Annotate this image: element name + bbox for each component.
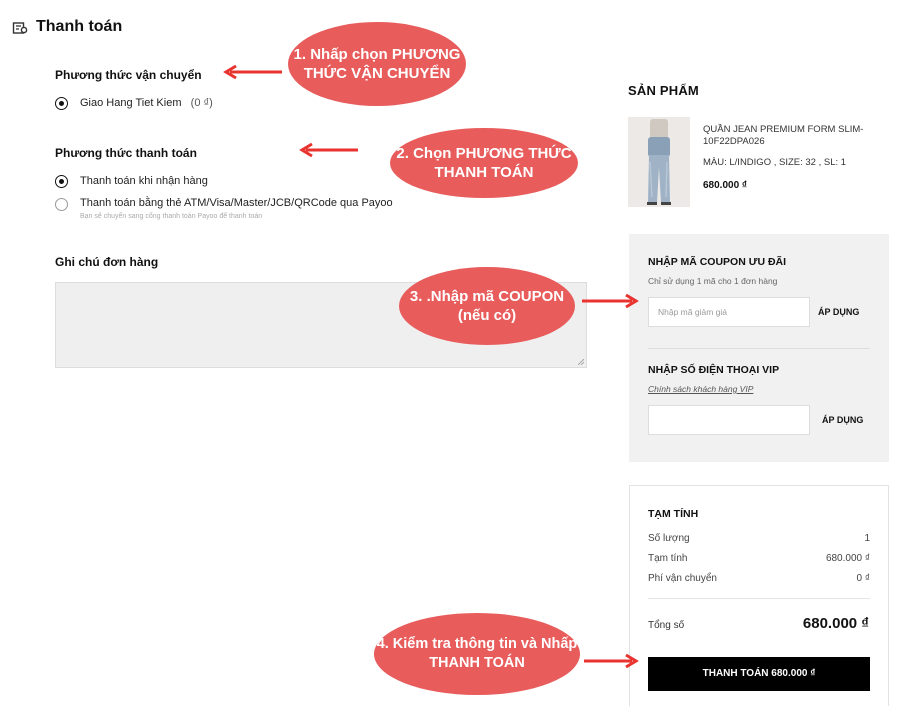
summary-title: TẠM TÍNH xyxy=(648,508,699,520)
shipping-option-label[interactable]: Giao Hang Tiet Kiem (0 ₫) xyxy=(80,97,213,109)
payment-method-title: Phương thức thanh toán xyxy=(55,146,197,160)
summary-row-label: Tạm tính xyxy=(648,553,688,564)
page-title: Thanh toán xyxy=(36,18,123,35)
product-meta: MÀU: L/INDIGO , SIZE: 32 , SL: 1 xyxy=(703,157,847,168)
summary-row-value: 0 ₫ xyxy=(856,573,870,584)
coupon-title: NHẬP MÃ COUPON ƯU ĐÃI xyxy=(648,256,787,268)
payment-option-payoo-label[interactable]: Thanh toán bằng thẻ ATM/Visa/Master/JCB/… xyxy=(80,197,393,209)
vip-policy-link[interactable]: Chính sách khách hàng VIP xyxy=(648,384,753,394)
pay-button[interactable]: THANH TOÁN 680.000 ₫ xyxy=(648,657,870,691)
divider xyxy=(648,598,870,599)
callout-step-3: 3. .Nhập mã COUPON (nếu có) xyxy=(399,267,575,345)
order-note-title: Ghi chú đơn hàng xyxy=(55,255,159,269)
total-label: Tổng số xyxy=(648,620,685,631)
product-name: QUẦN JEAN PREMIUM FORM SLIM-10F22DPA026 xyxy=(703,124,864,147)
coupon-apply-button[interactable]: ÁP DỤNG xyxy=(818,307,859,317)
products-title: SẢN PHẨM xyxy=(628,83,699,98)
summary-row-label: Số lượng xyxy=(648,533,690,544)
arrow-left-icon xyxy=(223,64,282,80)
shipping-radio-ghtk[interactable] xyxy=(55,97,68,110)
payoo-note: Bạn sẽ chuyển sang cổng thanh toán Payoo… xyxy=(80,213,263,220)
vip-phone-input[interactable] xyxy=(648,405,810,435)
vip-title: NHẬP SỐ ĐIỆN THOẠI VIP xyxy=(648,364,780,376)
payment-map-icon xyxy=(12,22,28,34)
callout-step-2: 2. Chọn PHƯƠNG THỨC THANH TOÁN xyxy=(390,128,578,198)
callout-step-1: 1. Nhấp chọn PHƯƠNG THỨC VẬN CHUYỂN xyxy=(288,22,466,106)
shipping-method-title: Phương thức vận chuyển xyxy=(55,68,202,82)
divider xyxy=(648,348,870,349)
payment-option-cod-label[interactable]: Thanh toán khi nhận hàng xyxy=(80,175,208,187)
payment-radio-cod[interactable] xyxy=(55,175,68,188)
arrow-right-icon xyxy=(584,653,639,669)
payment-radio-payoo[interactable] xyxy=(55,198,68,211)
product-image xyxy=(628,117,690,207)
coupon-input[interactable]: Nhập mã giảm giá xyxy=(648,297,810,327)
summary-row-value: 680.000 ₫ xyxy=(825,553,870,564)
vip-apply-button[interactable]: ÁP DỤNG xyxy=(822,415,863,425)
resize-handle-icon[interactable] xyxy=(578,359,584,365)
arrow-right-icon xyxy=(582,293,639,309)
total-value: 680.000 ₫ xyxy=(802,615,869,632)
arrow-left-icon xyxy=(299,142,358,158)
summary-row-label: Phí vận chuyển xyxy=(648,573,717,584)
callout-step-4: 4. Kiểm tra thông tin và Nhấp THANH TOÁN xyxy=(374,613,580,695)
product-price: 680.000 ₫ xyxy=(703,180,748,191)
summary-row-value: 1 xyxy=(864,533,870,544)
coupon-hint: Chỉ sử dụng 1 mã cho 1 đơn hàng xyxy=(648,276,778,286)
